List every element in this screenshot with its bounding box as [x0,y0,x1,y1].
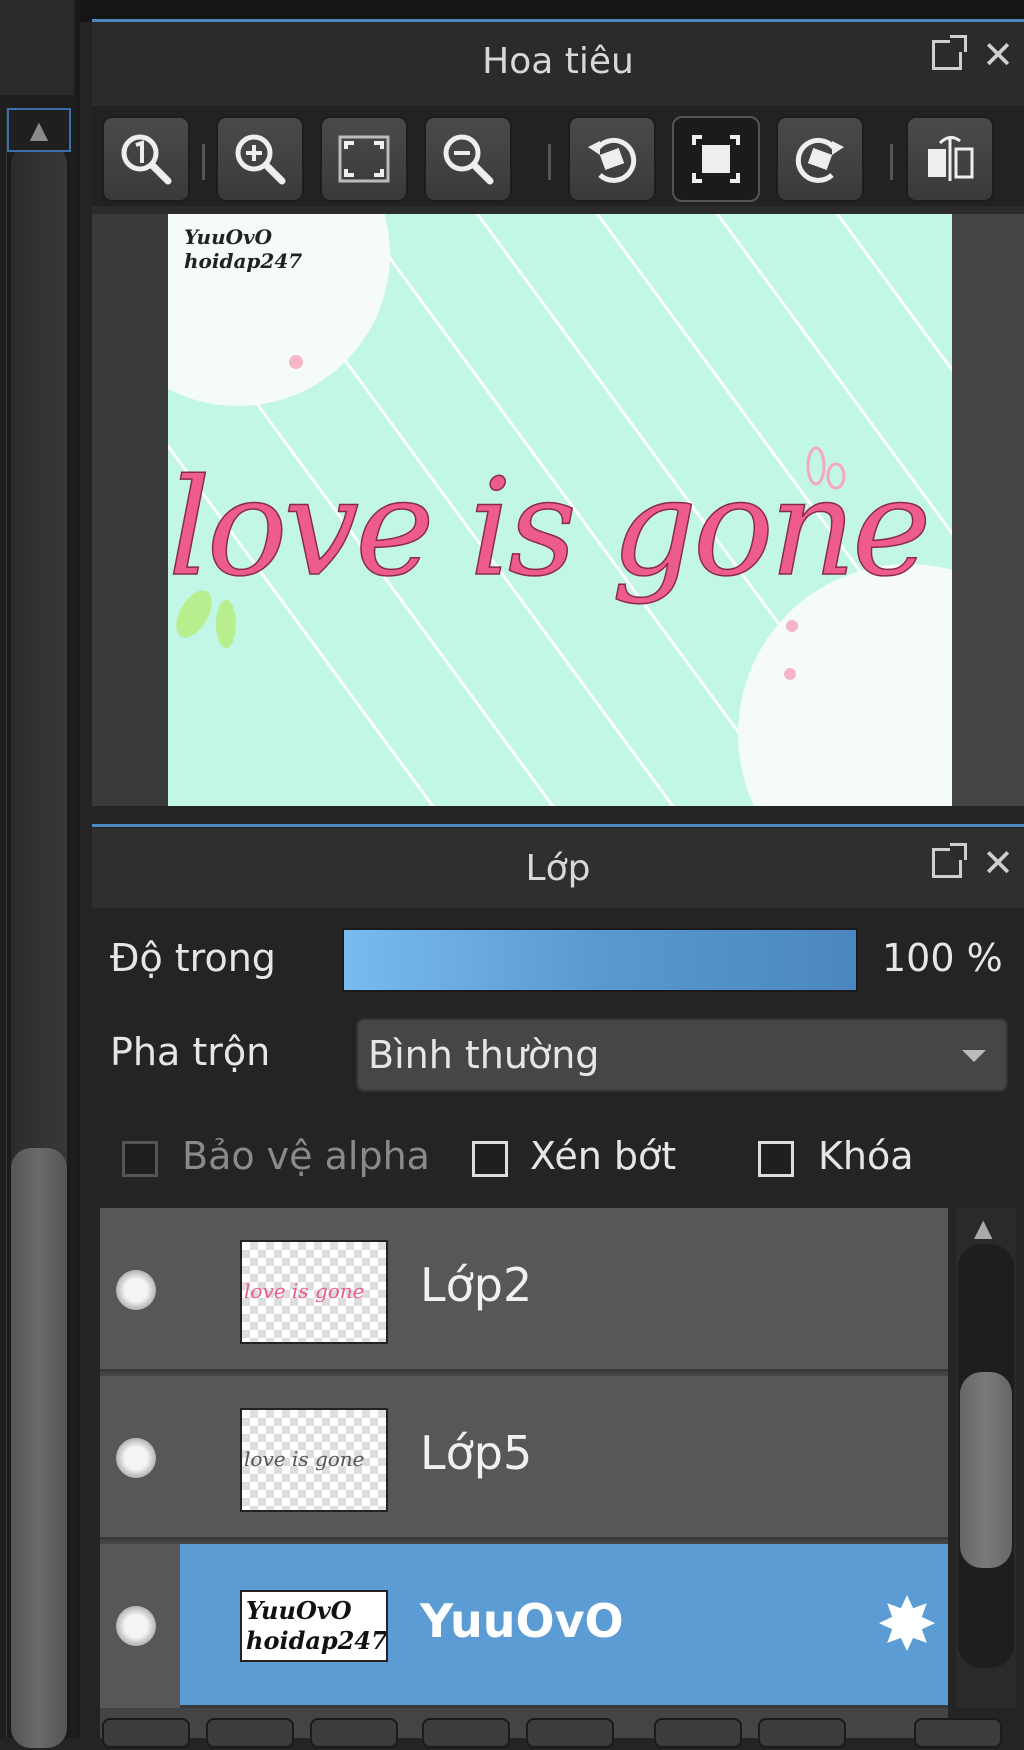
layer-row-yuuovo[interactable]: YuuOvO hoidap247 YuuOvO ✸ [100,1544,948,1708]
scroll-thumb[interactable] [960,1372,1012,1568]
layers-panel: Lớp ✕ Độ trong 100 % Pha trộn Bình thườn… [92,808,1024,1750]
layer-thumbnail: love is gone [240,1240,388,1344]
gear-icon[interactable]: ✸ [876,1588,938,1662]
protect-alpha-checkbox[interactable] [122,1141,158,1177]
layer-name: YuuOvO [420,1594,624,1648]
close-icon[interactable]: ✕ [982,844,1014,882]
popout-icon[interactable] [932,35,968,70]
fit-screen-button[interactable] [320,116,408,202]
clip-label: Xén bớt [530,1134,677,1178]
flip-horizontal-icon [928,136,974,181]
thumb-line2: hoidap247 [246,1626,388,1655]
lock-label: Khóa [818,1134,914,1178]
canvas-watermark-line2: hoidap247 [184,249,302,273]
canvas-main-text: love is gone [168,450,927,606]
canvas-dot [289,355,303,369]
zoom-in-button[interactable] [216,116,304,202]
canvas-dot [786,620,798,632]
scroll-up-icon[interactable]: ▲ [974,1214,992,1242]
chevron-down-icon [962,1050,986,1062]
opacity-label: Độ trong [110,936,276,980]
navigator-panel: Hoa tiêu ✕ YuuOvO hoidap247 love is gone [92,22,1024,806]
left-panel-top [0,0,74,95]
zoom-actual-button[interactable] [102,116,190,202]
layer-action-button[interactable] [102,1718,190,1748]
panel-splitter[interactable] [76,0,80,1738]
fit-screen-icon [338,135,390,183]
toolbar-separator [890,144,893,180]
visibility-toggle-icon[interactable] [116,1438,156,1478]
zoom-out-button[interactable] [424,116,512,202]
canvas-dot [784,668,796,680]
layer-thumbnail-preview: love is gone [244,1447,365,1471]
canvas-leaf [216,600,236,648]
popout-icon[interactable] [932,843,968,878]
zoom-in-icon [235,134,286,185]
layer-thumbnail-preview: love is gone [244,1279,365,1303]
toolbar-separator [548,144,551,180]
layer-row-lop2[interactable]: love is gone Lớp2 [100,1208,948,1372]
layer-action-button[interactable] [914,1718,1002,1748]
left-panel-strip: ▲ [0,0,80,1748]
opacity-value: 100 % [882,936,1003,980]
layer-action-button[interactable] [758,1718,846,1748]
toolbar-separator [202,144,205,180]
layer-row-lop5[interactable]: love is gone Lớp5 [100,1376,948,1540]
layer-action-button[interactable] [526,1718,614,1748]
reset-view-icon [692,135,740,183]
opacity-slider[interactable] [342,928,858,992]
visibility-toggle-icon[interactable] [116,1270,156,1310]
thumb-text: love is gone [244,1279,365,1303]
layer-list: love is gone Lớp2 love is gone Lớp5 YuuO… [100,1208,948,1738]
left-scrollbar[interactable]: ▲ [6,108,71,1748]
lock-checkbox[interactable] [758,1141,794,1177]
layer-action-buttons [92,1718,1024,1748]
flip-horizontal-button[interactable] [906,116,994,202]
layers-accent-line [92,824,1024,827]
layer-name: Lớp5 [420,1426,533,1480]
navigator-toolbar [92,106,1024,206]
zoom-actual-icon [121,134,172,185]
zoom-out-icon [443,134,494,185]
preview-right-margin [952,214,1024,806]
blend-label: Pha trộn [110,1030,271,1074]
close-icon[interactable]: ✕ [982,36,1014,74]
layers-title: Lớp [92,828,1024,908]
rotate-right-button[interactable] [776,116,864,202]
reset-view-button[interactable] [672,116,760,202]
clip-checkbox[interactable] [472,1141,508,1177]
layer-list-scrollbar[interactable]: ▲ ▼ [956,1208,1016,1750]
canvas-watermark-line1: YuuOvO [184,225,273,249]
rotate-right-icon [795,137,844,183]
blend-mode-value: Bình thường [368,1033,600,1077]
blend-mode-select[interactable]: Bình thường [356,1018,1008,1092]
layer-thumbnail: love is gone [240,1408,388,1512]
rotate-left-button[interactable] [568,116,656,202]
navigator-title-actions: ✕ [932,35,1014,74]
left-scroll-thumb[interactable] [11,1148,67,1748]
layer-action-button[interactable] [422,1718,510,1748]
canvas-preview[interactable]: YuuOvO hoidap247 love is gone [168,214,954,806]
visibility-toggle-icon[interactable] [116,1606,156,1646]
navigator-preview-area[interactable]: YuuOvO hoidap247 love is gone [92,214,1024,806]
layer-action-button[interactable] [206,1718,294,1748]
thumb-text: love is gone [244,1447,365,1471]
navigator-title: Hoa tiêu [482,40,634,82]
rotate-left-icon [588,137,637,183]
thumb-line1: YuuOvO [246,1596,352,1625]
layer-action-button[interactable] [310,1718,398,1748]
protect-alpha-label: Bảo vệ alpha [182,1134,430,1178]
layer-thumbnail: YuuOvO hoidap247 [240,1590,388,1662]
layer-action-button[interactable] [654,1718,742,1748]
left-scroll-up-icon[interactable]: ▲ [7,108,71,152]
layer-name: Lớp2 [420,1258,533,1312]
top-strip [80,0,1024,22]
layers-title-actions: ✕ [932,843,1014,882]
